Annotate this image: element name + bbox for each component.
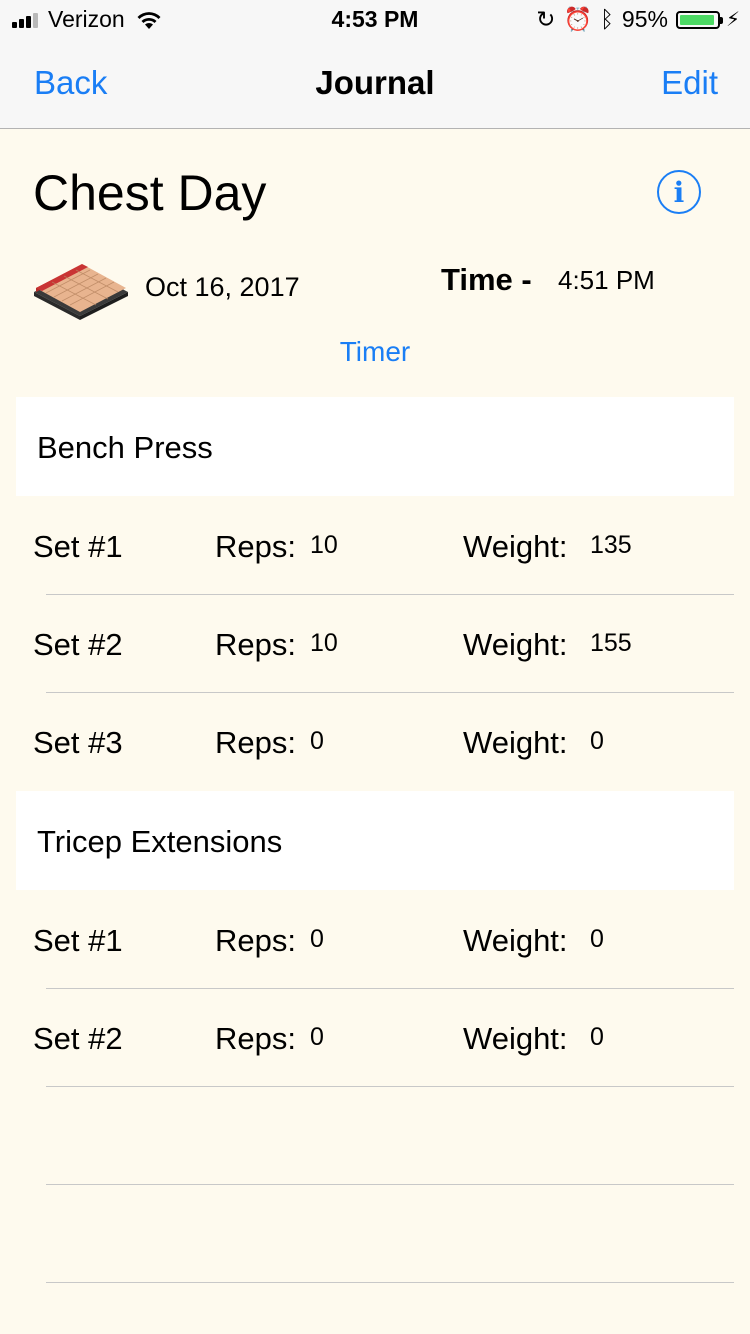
navigation-bar: Back Journal Edit bbox=[0, 40, 750, 129]
orientation-lock-icon: ↻ bbox=[536, 6, 556, 32]
alarm-icon: ⏰ bbox=[563, 6, 593, 32]
reps-label: Reps: bbox=[215, 627, 296, 662]
reps-label: Reps: bbox=[215, 923, 296, 958]
exercise-name: Tricep Extensions bbox=[37, 824, 283, 859]
reps-value: 10 bbox=[310, 531, 338, 559]
edit-button[interactable]: Edit bbox=[661, 64, 718, 102]
weight-label: Weight: bbox=[463, 1021, 568, 1056]
empty-row bbox=[0, 1184, 750, 1282]
reps-value: 0 bbox=[310, 925, 324, 953]
reps-label: Reps: bbox=[215, 1021, 296, 1056]
calendar-icon bbox=[34, 264, 128, 320]
weight-label: Weight: bbox=[463, 725, 568, 760]
weight-value: 0 bbox=[590, 925, 604, 953]
status-bar-right: ↻ ⏰ ᛒ 95% ⚡ bbox=[528, 6, 740, 33]
set-number: Set #1 bbox=[33, 923, 123, 958]
battery-fill bbox=[679, 14, 715, 25]
battery-icon bbox=[675, 10, 723, 29]
set-row[interactable]: Set #3 Reps: 0 Weight: 0 bbox=[0, 692, 750, 790]
set-number: Set #2 bbox=[33, 1021, 123, 1056]
weight-label: Weight: bbox=[463, 529, 568, 564]
reps-label: Reps: bbox=[215, 529, 296, 564]
empty-row bbox=[0, 1086, 750, 1184]
timer-button[interactable]: Timer bbox=[0, 336, 750, 368]
exercise-header[interactable]: Tricep Extensions bbox=[16, 791, 734, 890]
set-number: Set #1 bbox=[33, 529, 123, 564]
weight-value: 155 bbox=[590, 629, 632, 657]
set-row[interactable]: Set #2 Reps: 0 Weight: 0 bbox=[0, 988, 750, 1086]
exercise-header[interactable]: Bench Press bbox=[16, 397, 734, 496]
weight-label: Weight: bbox=[463, 627, 568, 662]
info-icon[interactable]: i bbox=[657, 170, 701, 214]
time-value: 4:51 PM bbox=[558, 265, 655, 295]
row-divider bbox=[46, 1282, 734, 1283]
reps-label: Reps: bbox=[215, 725, 296, 760]
charging-icon: ⚡ bbox=[725, 9, 740, 31]
set-number: Set #3 bbox=[33, 725, 123, 760]
battery-percent: 95% bbox=[621, 6, 668, 32]
workout-date: Oct 16, 2017 bbox=[145, 272, 300, 302]
bluetooth-icon: ᛒ bbox=[600, 6, 614, 32]
reps-value: 0 bbox=[310, 1023, 324, 1051]
weight-value: 0 bbox=[590, 727, 604, 755]
weight-label: Weight: bbox=[463, 923, 568, 958]
weight-value: 0 bbox=[590, 1023, 604, 1051]
set-row[interactable]: Set #1 Reps: 10 Weight: 135 bbox=[0, 496, 750, 594]
set-number: Set #2 bbox=[33, 627, 123, 662]
exercise-name: Bench Press bbox=[37, 430, 213, 465]
set-row[interactable]: Set #1 Reps: 0 Weight: 0 bbox=[0, 890, 750, 988]
time-label: Time - bbox=[441, 262, 532, 297]
reps-value: 10 bbox=[310, 629, 338, 657]
workout-title: Chest Day bbox=[33, 165, 267, 221]
page-title: Journal bbox=[315, 64, 435, 101]
set-row[interactable]: Set #2 Reps: 10 Weight: 155 bbox=[0, 594, 750, 692]
status-bar: Verizon 4:53 PM ↻ ⏰ ᛒ 95% ⚡ bbox=[0, 0, 750, 40]
reps-value: 0 bbox=[310, 727, 324, 755]
weight-value: 135 bbox=[590, 531, 632, 559]
